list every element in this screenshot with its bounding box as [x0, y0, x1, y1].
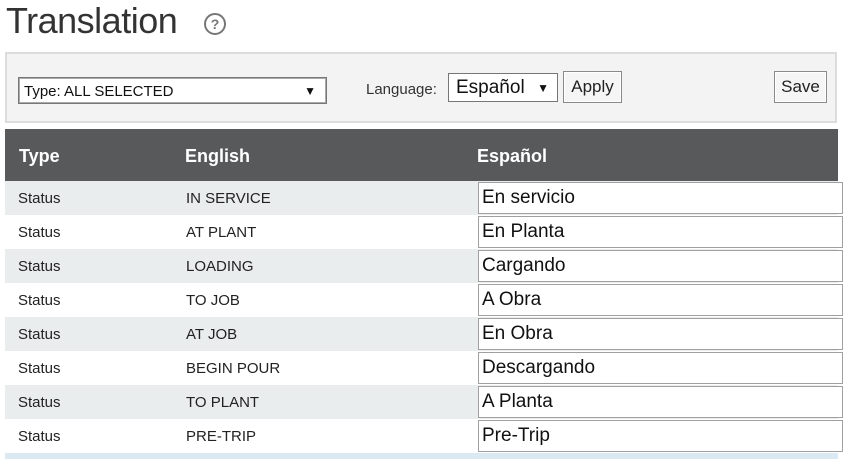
cell-type: Status — [18, 224, 61, 241]
cell-type: Status — [18, 190, 61, 207]
help-circle-icon[interactable]: ? — [203, 12, 227, 36]
cell-type: Status — [18, 394, 61, 411]
translation-input[interactable]: En Planta — [478, 216, 843, 248]
translation-input[interactable]: Descargando — [478, 352, 843, 384]
cell-type: Status — [18, 292, 61, 309]
chevron-down-icon: ▼ — [304, 84, 316, 98]
type-select[interactable]: Type: ALL SELECTED ▼ — [18, 77, 327, 104]
apply-button[interactable]: Apply — [563, 71, 622, 103]
table-body: Status IN SERVICE En servicio Status AT … — [5, 181, 850, 453]
language-select-value: Español — [456, 77, 525, 98]
translation-input[interactable]: A Obra — [478, 284, 843, 316]
language-select[interactable]: Español ▼ — [448, 73, 558, 102]
table-row: Status IN SERVICE En servicio — [5, 181, 843, 215]
table-row: Status LOADING Cargando — [5, 249, 843, 283]
table-header: Type English Español — [5, 129, 838, 181]
table-row: Status AT PLANT En Planta — [5, 215, 843, 249]
translation-input[interactable]: Cargando — [478, 250, 843, 282]
cell-english: BEGIN POUR — [186, 360, 281, 377]
translation-input[interactable]: A Planta — [478, 386, 843, 418]
table-row: Status TO JOB A Obra — [5, 283, 843, 317]
table-row: Status BEGIN POUR Descargando — [5, 351, 843, 385]
column-header-translation[interactable]: Español — [477, 146, 547, 167]
bottom-strip — [5, 453, 838, 459]
cell-english: PRE-TRIP — [186, 428, 257, 445]
cell-english: TO JOB — [186, 292, 240, 309]
column-header-english[interactable]: English — [185, 146, 250, 167]
translation-input[interactable]: En servicio — [478, 182, 843, 214]
toolbar: Type: ALL SELECTED ▼ Language: Español ▼… — [5, 52, 837, 123]
svg-text:?: ? — [211, 16, 220, 32]
cell-english: AT PLANT — [186, 224, 257, 241]
table-row: Status AT JOB En Obra — [5, 317, 843, 351]
cell-type: Status — [18, 258, 61, 275]
cell-english: AT JOB — [186, 326, 238, 343]
table-row: Status PRE-TRIP Pre-Trip — [5, 419, 843, 453]
save-button[interactable]: Save — [774, 71, 827, 103]
table-row: Status TO PLANT A Planta — [5, 385, 843, 419]
cell-english: TO PLANT — [186, 394, 260, 411]
cell-type: Status — [18, 428, 61, 445]
cell-english: IN SERVICE — [186, 190, 271, 207]
cell-type: Status — [18, 360, 61, 377]
column-header-type[interactable]: Type — [19, 146, 60, 167]
language-label: Language: — [366, 81, 437, 98]
type-select-value: Type: ALL SELECTED — [24, 83, 174, 100]
translation-input[interactable]: Pre-Trip — [478, 420, 843, 452]
page-title: Translation — [6, 0, 178, 41]
cell-english: LOADING — [186, 258, 254, 275]
translation-input[interactable]: En Obra — [478, 318, 843, 350]
chevron-down-icon: ▼ — [537, 81, 549, 95]
cell-type: Status — [18, 326, 61, 343]
